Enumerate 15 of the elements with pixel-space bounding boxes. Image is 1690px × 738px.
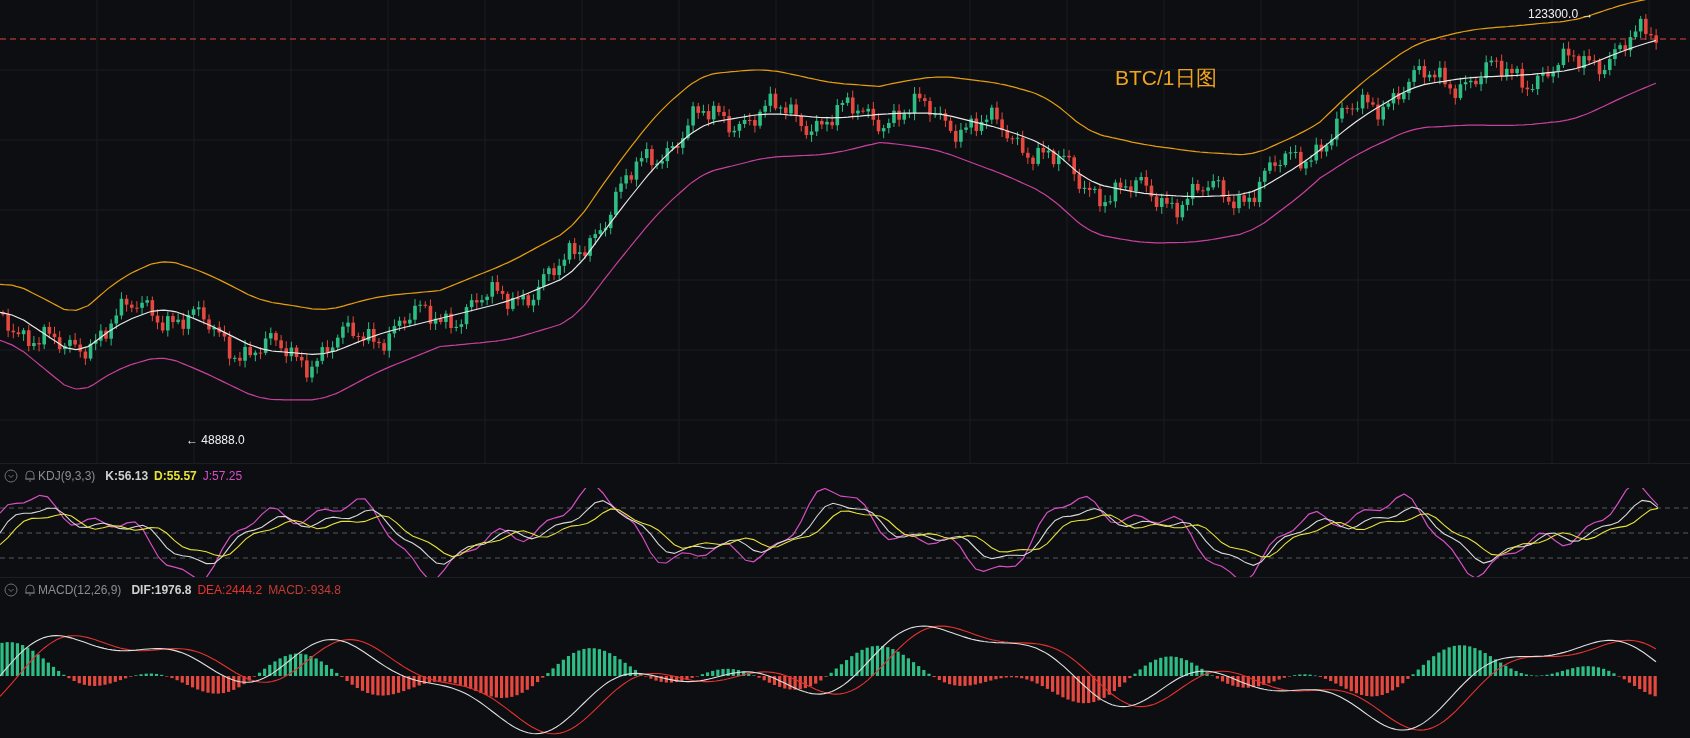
high-price-label: 123300.0 → — [1528, 7, 1594, 21]
macd-value: MACD:-934.8 — [268, 582, 341, 597]
d-value: D:55.57 — [154, 468, 197, 483]
bell-icon[interactable] — [24, 469, 36, 483]
dif-value: DIF:1976.8 — [131, 582, 192, 597]
j-value: J:57.25 — [202, 468, 243, 483]
collapse-icon[interactable] — [4, 468, 18, 483]
k-value: K:56.13 — [105, 468, 149, 483]
bell-icon[interactable] — [24, 583, 36, 597]
indicator-name: KDJ(9,3,3) — [38, 468, 96, 483]
indicator-name: MACD(12,26,9) — [38, 582, 122, 597]
chart-title: BTC/1日图 — [1115, 65, 1217, 91]
dea-value: DEA:2444.2 — [197, 582, 263, 597]
collapse-icon[interactable] — [4, 582, 18, 597]
low-price-label: ← 48888.0 — [186, 433, 245, 447]
